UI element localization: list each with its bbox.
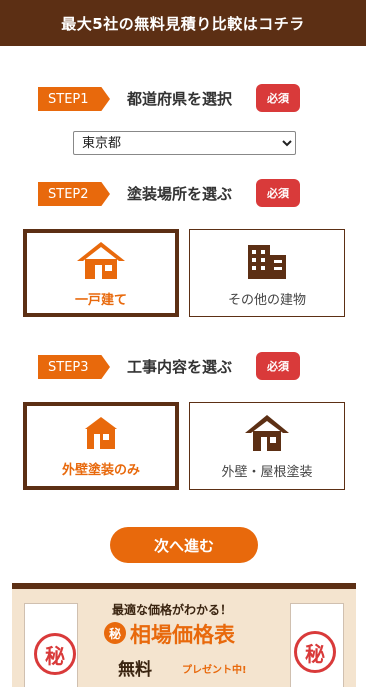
option-other-building[interactable]: その他の建物 (189, 229, 345, 317)
step1-title: 都道府県を選択 (127, 90, 233, 108)
banner-main-title: 相場価格表 (130, 623, 235, 647)
option-label: その他の建物 (227, 292, 306, 308)
secret-seal-left: 秘 (34, 633, 76, 675)
step3-title: 工事内容を選ぶ (127, 358, 233, 376)
header-banner: 最大5社の無料見積り比較はコチラ (0, 0, 366, 46)
secret-seal-right: 秘 (294, 631, 336, 673)
step1-row: STEP1 都道府県を選択 必須 (0, 84, 366, 114)
banner-gift-text: プレゼント中! (182, 665, 247, 676)
step2-tag: STEP2 (38, 182, 110, 206)
required-badge: 必須 (256, 352, 300, 380)
option-exterior-and-roof[interactable]: 外壁・屋根塗装 (189, 402, 345, 490)
prefecture-select[interactable]: 東京都 (73, 131, 296, 155)
option-detached-house[interactable]: 一戸建て (23, 229, 179, 317)
house-small-icon (85, 416, 117, 449)
step1-tag: STEP1 (38, 87, 110, 111)
next-button[interactable]: 次へ進む (110, 527, 258, 563)
step2-title: 塗装場所を選ぶ (127, 185, 233, 203)
option-exterior-only[interactable]: 外壁塗装のみ (23, 402, 179, 490)
step2-row: STEP2 塗装場所を選ぶ 必須 (0, 179, 366, 209)
house-icon (77, 241, 125, 279)
price-table-banner[interactable]: 秘 秘 最適な価格がわかる！ 秘 相場価格表 無料 プレゼント中! (12, 583, 356, 687)
house-roof-icon (245, 414, 289, 451)
required-badge: 必須 (256, 84, 300, 112)
step3-tag: STEP3 (38, 355, 110, 379)
step3-row: STEP3 工事内容を選ぶ 必須 (0, 352, 366, 382)
prefecture-select-wrap: 東京都 (73, 131, 296, 155)
required-badge: 必須 (256, 179, 300, 207)
header-title: 最大5社の無料見積り比較はコチラ (61, 14, 305, 33)
banner-subtitle: 最適な価格がわかる！ (112, 603, 233, 617)
building-icon (248, 244, 286, 279)
option-label: 一戸建て (74, 292, 127, 308)
banner-free-text: 無料 (118, 660, 152, 680)
option-label: 外壁・屋根塗装 (221, 464, 313, 480)
secret-seal-small: 秘 (104, 622, 126, 644)
option-label: 外壁塗装のみ (61, 462, 140, 478)
